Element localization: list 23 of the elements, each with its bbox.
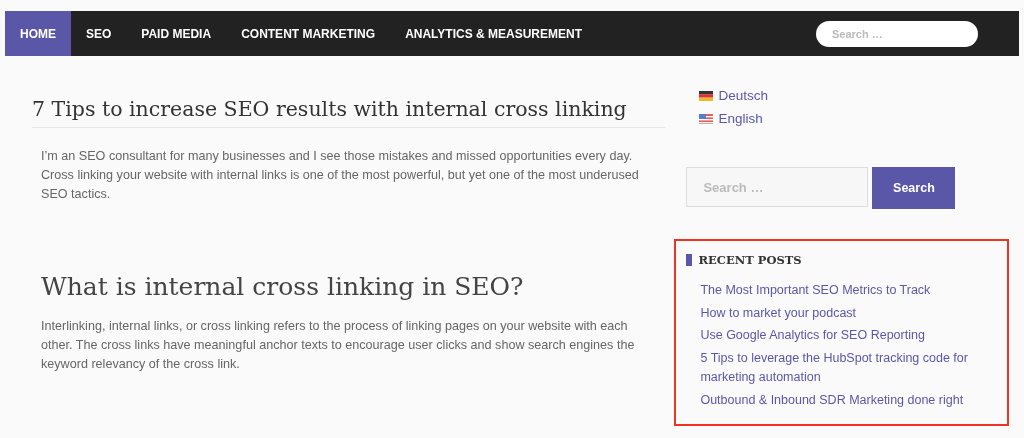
search-button[interactable]: Search <box>872 167 956 209</box>
nav-link[interactable]: CONTENT MARKETING <box>226 11 391 56</box>
nav-link[interactable]: HOME <box>5 11 71 56</box>
widget-title: RECENT POSTS <box>698 253 802 267</box>
nav-link[interactable]: ANALYTICS & MEASUREMENT <box>390 11 598 56</box>
flag-icon <box>699 113 714 124</box>
body-paragraph: Interlinking, internal links, or cross linking refers to the process of linking pages on your website with each other. The cross links have meaningful anchor texts to encourage user clicks and show search engines the keyword relevancy of the cross link. <box>41 318 636 373</box>
flag-icon <box>699 90 714 101</box>
post-link[interactable]: Use Google Analytics for SEO Reporting <box>700 326 1001 346</box>
section-heading: What is internal cross linking in SEO? <box>41 272 525 301</box>
nav-link[interactable]: PAID MEDIA <box>126 11 227 56</box>
post-link[interactable]: How to market your podcast <box>700 303 1001 323</box>
nav-link[interactable]: SEO <box>71 11 127 56</box>
heading-bar-icon <box>686 254 693 266</box>
post-link[interactable]: Outbound & Inbound SDR Marketing done right <box>700 390 1001 410</box>
search-field[interactable]: Search … <box>816 20 978 47</box>
post-link[interactable]: The Most Important SEO Metrics to Track <box>700 281 1001 300</box>
intro-paragraph: I’m an SEO consultant for many businesses and I see those mistakes and missed opportunities every day. Cross linking your website with internal links is one of the most powerful, but yet one of the most underused SEO tactics. <box>41 148 640 203</box>
language-link[interactable]: Deutsch <box>718 86 768 105</box>
article-title: 7 Tips to increase SEO results with internal cross linking <box>32 97 666 128</box>
post-link[interactable]: 5 Tips to leverage the HubSpot tracking code for marketing automation <box>700 349 1001 388</box>
search-field[interactable]: Search … <box>686 167 869 207</box>
language-link[interactable]: English <box>718 109 763 128</box>
